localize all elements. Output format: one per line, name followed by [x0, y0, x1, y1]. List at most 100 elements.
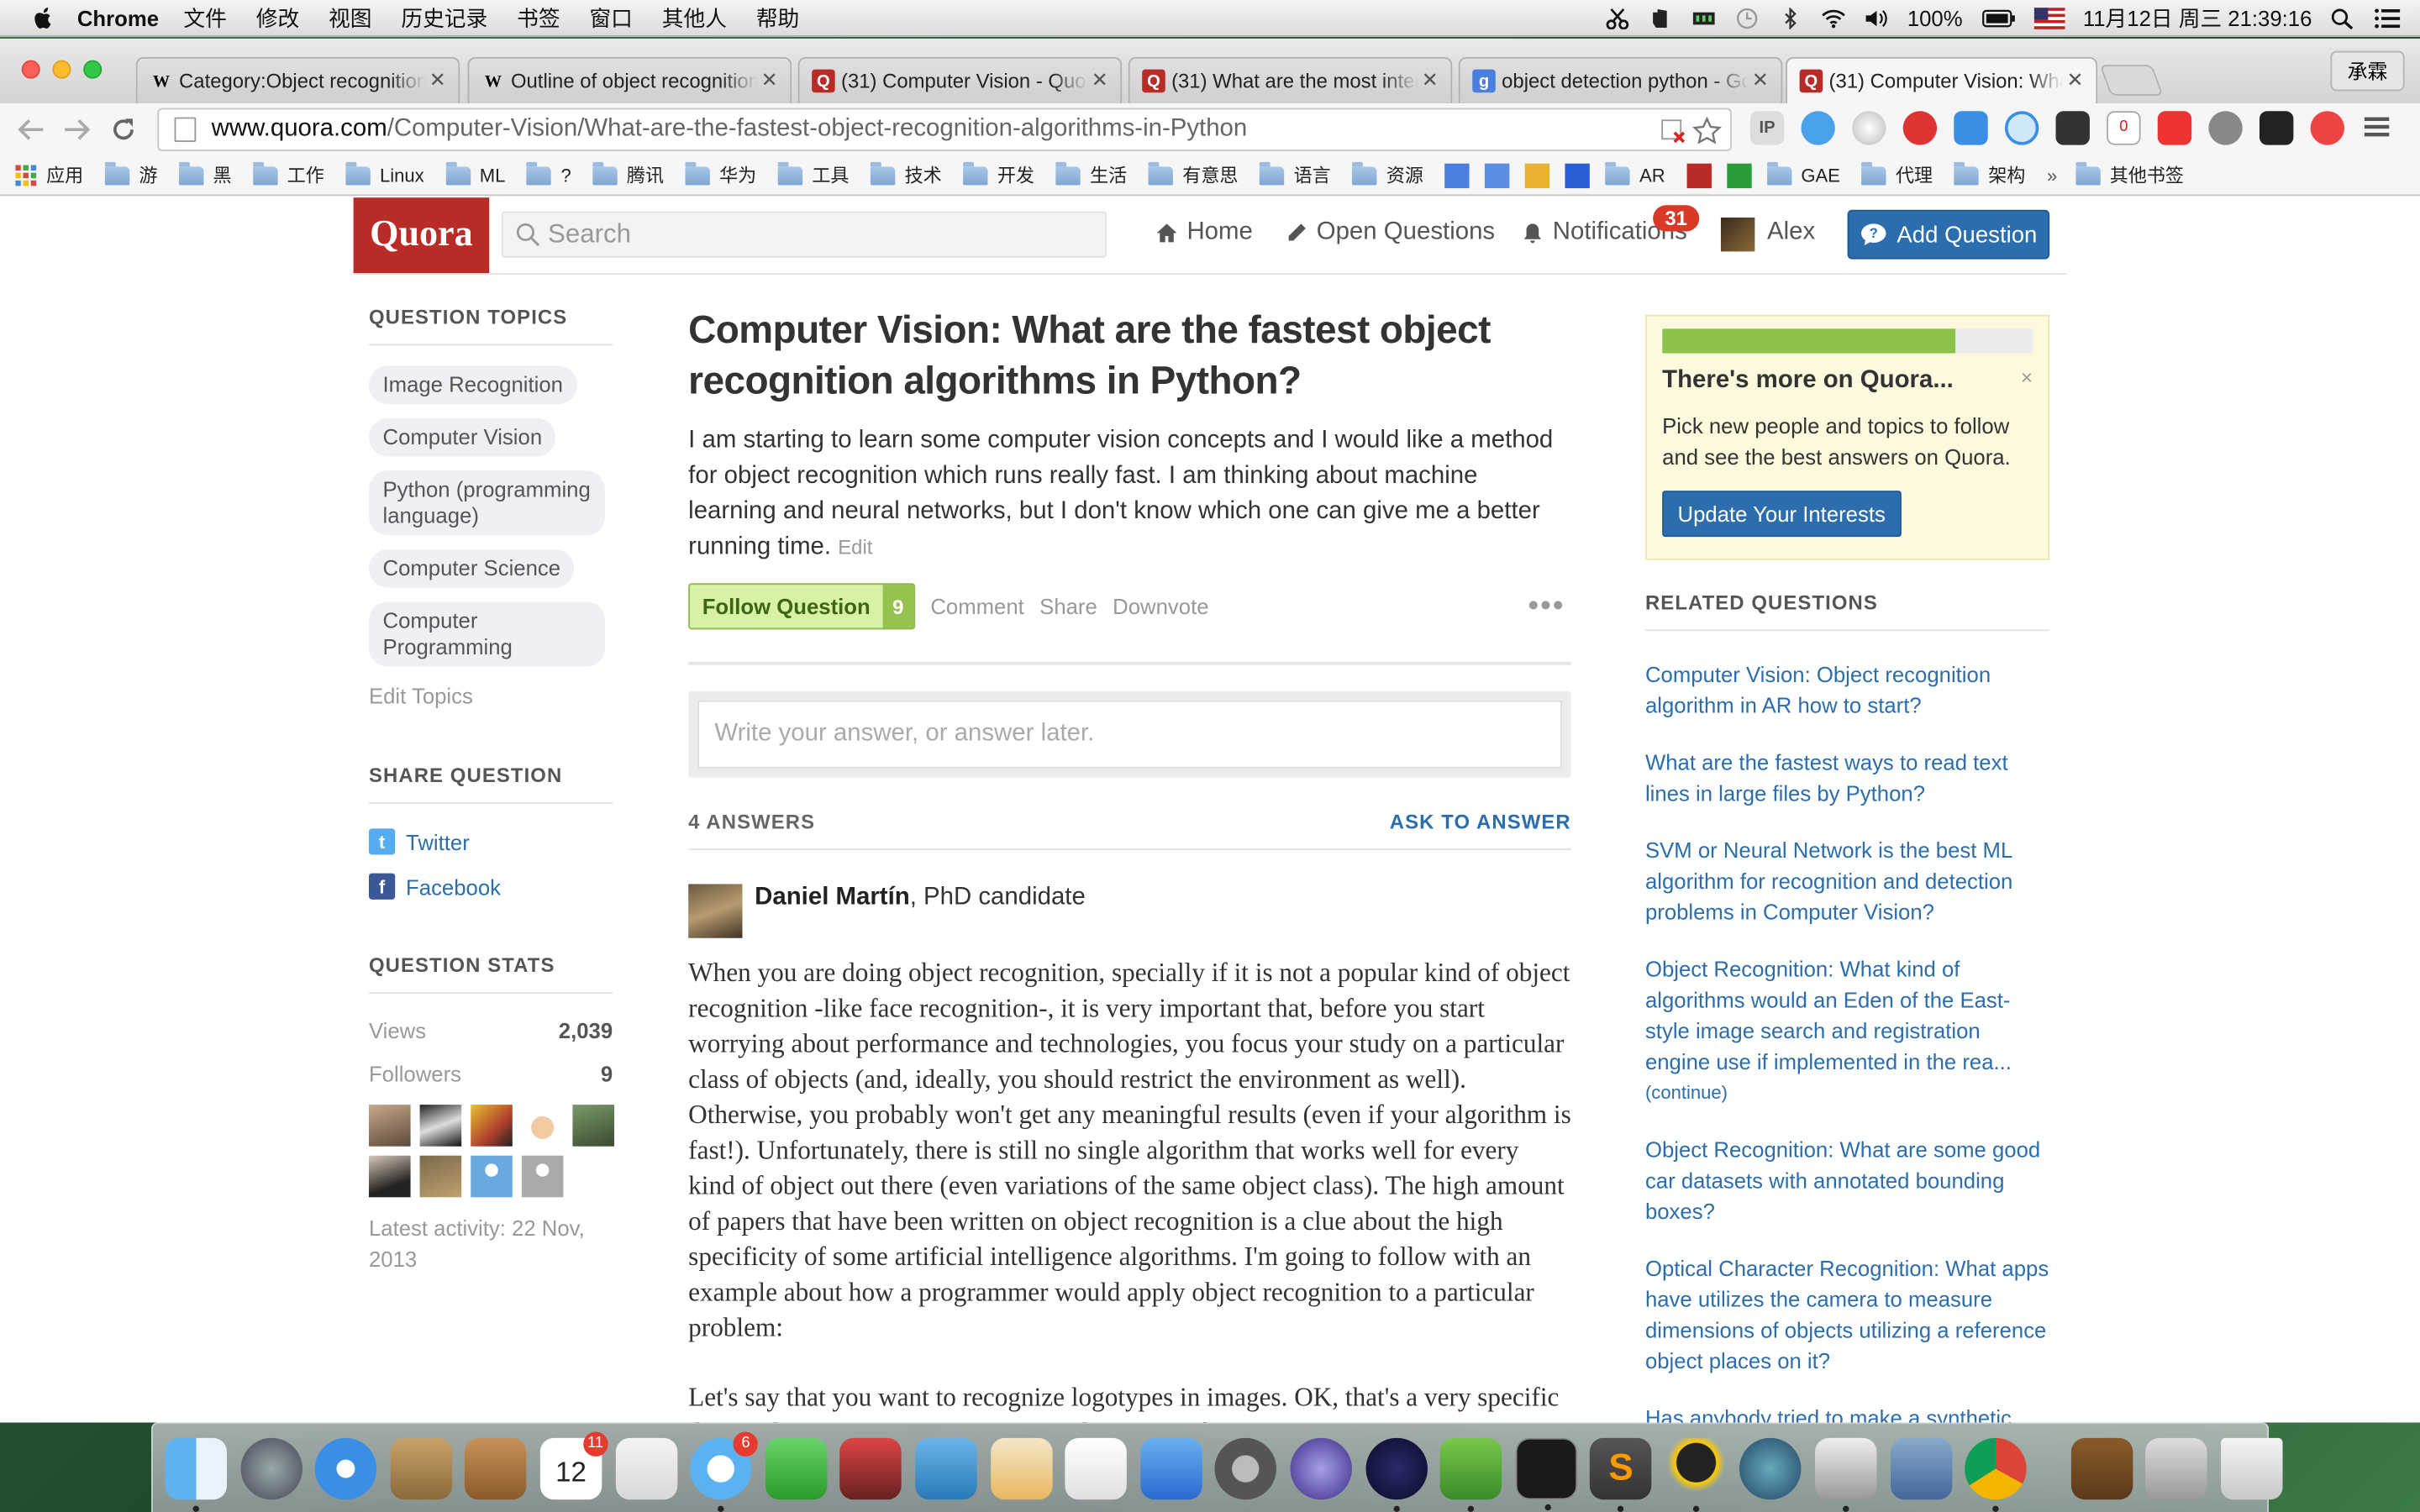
- address-bar[interactable]: www.quora.com /Computer-Vision/What-are-…: [157, 108, 1732, 151]
- k-extension-icon[interactable]: [1954, 111, 1988, 145]
- tab-category-object-recognition[interactable]: W Category:Object recognition ✕: [135, 56, 460, 104]
- tab-close-icon[interactable]: ✕: [2067, 68, 2084, 92]
- evernote-clip-extension-icon[interactable]: [2208, 111, 2243, 145]
- other-bookmarks[interactable]: 其他书签: [2075, 160, 2184, 188]
- bookmark-folder[interactable]: 黑: [179, 160, 232, 188]
- answer-input[interactable]: Write your answer, or answer later.: [697, 700, 1562, 769]
- keynote-icon[interactable]: [1139, 1436, 1202, 1499]
- wifi-icon[interactable]: [1821, 8, 1845, 29]
- minimize-window-button[interactable]: [52, 60, 71, 79]
- notification-center-icon[interactable]: [2374, 8, 2402, 29]
- menu-history[interactable]: 历史记录: [401, 3, 487, 34]
- more-options-icon[interactable]: •••: [1528, 590, 1565, 625]
- search-input[interactable]: Search: [501, 211, 1107, 258]
- follower-avatar[interactable]: [471, 1155, 513, 1198]
- bookmark-folder[interactable]: 华为: [685, 160, 756, 188]
- edit-details-link[interactable]: Edit: [838, 535, 872, 559]
- question-title[interactable]: Computer Vision: What are the fastest ob…: [688, 306, 1571, 407]
- eclipse-2-icon[interactable]: [1365, 1436, 1428, 1512]
- follower-avatar[interactable]: [419, 1155, 462, 1198]
- profile-button[interactable]: 承霖: [2330, 50, 2405, 92]
- us-flag-icon[interactable]: [2033, 8, 2065, 29]
- related-question-link[interactable]: SVM or Neural Network is the best ML alg…: [1645, 835, 2049, 927]
- scissors-icon[interactable]: [1605, 8, 1629, 29]
- share-link[interactable]: Share: [1039, 583, 1097, 629]
- comment-link[interactable]: Comment: [930, 583, 1023, 629]
- screen-extension-icon[interactable]: [2055, 111, 2090, 145]
- bookmark-folder[interactable]: 生活: [1055, 160, 1127, 188]
- topic-image-recognition[interactable]: Image Recognition: [368, 365, 577, 405]
- spotlight-search-icon[interactable]: [2330, 8, 2354, 29]
- topic-computer-vision[interactable]: Computer Vision: [368, 417, 556, 457]
- menu-file[interactable]: 文件: [183, 3, 226, 34]
- related-question-link[interactable]: Object Recognition: What are some good c…: [1645, 1134, 2049, 1226]
- tab-close-icon[interactable]: ✕: [1422, 68, 1439, 92]
- ip-extension-icon[interactable]: IP: [1749, 111, 1785, 145]
- reload-button[interactable]: [108, 114, 139, 145]
- mail-icon[interactable]: [390, 1436, 452, 1499]
- bookmark-folder[interactable]: 技术: [871, 160, 942, 188]
- weibo-extension-icon[interactable]: [2310, 111, 2344, 145]
- adblock-extension-icon[interactable]: [1902, 111, 1938, 145]
- translate-bookmark-icon[interactable]: [1485, 162, 1510, 188]
- tab-quora-most-interesting[interactable]: Q (31) What are the most interesting ✕: [1128, 56, 1453, 104]
- related-question-link[interactable]: What are the fastest ways to read text l…: [1645, 747, 2049, 808]
- follower-avatar[interactable]: [471, 1105, 513, 1147]
- close-window-button[interactable]: [21, 60, 40, 79]
- nav-open-questions[interactable]: Open Questions: [1286, 219, 1495, 247]
- related-question-link[interactable]: Computer Vision: Object recognition algo…: [1645, 659, 2049, 720]
- share-twitter-link[interactable]: t Twitter: [368, 828, 613, 855]
- apple-menu-icon[interactable]: [31, 5, 55, 29]
- tab-active-quora-question[interactable]: Q (31) Computer Vision: What are ✕: [1786, 56, 2098, 104]
- globe-extension-icon[interactable]: [1852, 111, 1886, 145]
- downloads-stack-icon[interactable]: [2070, 1436, 2133, 1499]
- shield-bookmark-icon[interactable]: [1727, 162, 1752, 188]
- network-icon[interactable]: [1739, 1436, 1802, 1499]
- tab-close-icon[interactable]: ✕: [1752, 68, 1769, 92]
- related-question-link[interactable]: Object Recognition: What kind of algorit…: [1645, 957, 2012, 1074]
- stat-followers[interactable]: Followers 9: [369, 1062, 613, 1086]
- bookmark-folder[interactable]: 开发: [963, 160, 1034, 188]
- menu-edit[interactable]: 修改: [256, 3, 299, 34]
- preview-icon[interactable]: [1890, 1436, 1952, 1499]
- menu-window[interactable]: 窗口: [589, 3, 632, 34]
- close-icon[interactable]: ×: [2021, 365, 2033, 389]
- facetime-icon[interactable]: [765, 1436, 828, 1499]
- share-facebook-link[interactable]: f Facebook: [368, 873, 613, 900]
- photo-booth-icon[interactable]: [839, 1436, 902, 1499]
- tab-google-search[interactable]: g object detection python - Google ✕: [1458, 56, 1783, 104]
- volume-icon[interactable]: [1864, 8, 1888, 29]
- bookmark-folder[interactable]: 游: [104, 160, 157, 188]
- reminders-icon[interactable]: [615, 1436, 677, 1499]
- time-machine-icon[interactable]: [1734, 8, 1759, 29]
- documents-stack-icon[interactable]: [2145, 1436, 2208, 1499]
- add-question-button[interactable]: ? Add Question: [1847, 209, 2050, 260]
- baidu-bookmark-icon[interactable]: [1565, 162, 1591, 188]
- finder-icon[interactable]: [165, 1436, 227, 1512]
- tab-close-icon[interactable]: ✕: [761, 68, 778, 92]
- topic-computer-science[interactable]: Computer Science: [368, 549, 575, 588]
- follower-avatar[interactable]: [368, 1155, 411, 1198]
- bookmark-folder[interactable]: 有意思: [1148, 160, 1238, 188]
- eclipse-icon[interactable]: [1290, 1436, 1352, 1499]
- chrome-icon[interactable]: [1965, 1436, 2028, 1512]
- unity-icon[interactable]: [1815, 1436, 1877, 1512]
- follower-avatar[interactable]: [521, 1155, 564, 1198]
- menu-help[interactable]: 帮助: [756, 3, 799, 34]
- notes-bookmark-icon[interactable]: [1525, 162, 1550, 188]
- terminal-icon[interactable]: [1515, 1436, 1577, 1510]
- back-button[interactable]: [15, 114, 46, 145]
- bookmark-folder[interactable]: 架构: [1954, 160, 2025, 188]
- memory-icon[interactable]: [1691, 8, 1716, 29]
- clock[interactable]: 11月12日 周三 21:39:16: [2083, 3, 2312, 34]
- bookmark-folder[interactable]: AR: [1605, 160, 1665, 186]
- tab-close-icon[interactable]: ✕: [429, 68, 446, 92]
- follower-avatar[interactable]: [521, 1105, 564, 1147]
- owl-extension-icon[interactable]: [2004, 111, 2039, 145]
- iphoto-icon[interactable]: [915, 1436, 977, 1499]
- follower-avatar[interactable]: [368, 1105, 411, 1147]
- contacts-icon[interactable]: [465, 1436, 528, 1499]
- new-tab-button[interactable]: [2099, 65, 2164, 96]
- ask-to-answer-link[interactable]: ASK TO ANSWER: [1390, 810, 1571, 833]
- chrome-menu-icon[interactable]: [2361, 111, 2395, 144]
